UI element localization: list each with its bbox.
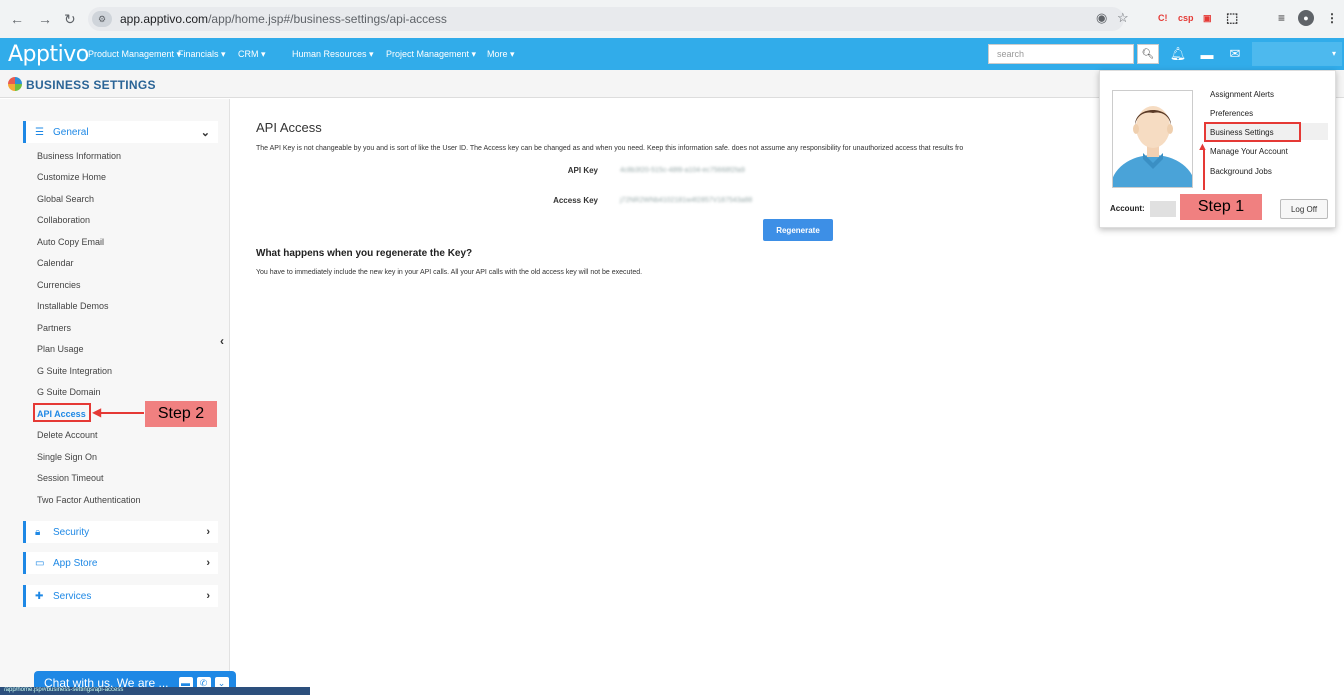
sidebar-section-app-store[interactable]: ▭ App Store › xyxy=(23,552,218,574)
menu-project-management[interactable]: Project Management ▾ xyxy=(386,49,476,60)
menu-preferences[interactable]: Preferences xyxy=(1210,109,1253,118)
step2-arrow xyxy=(98,412,144,414)
sidebar-item-global-search[interactable]: Global Search xyxy=(37,194,94,204)
search-input[interactable]: search xyxy=(988,44,1134,64)
browser-toolbar: ← → ↻ ⚙ app.apptivo.com/app/home.jsp#/bu… xyxy=(0,0,1344,38)
status-bar-url: /app/home.jsp#/business-settings/api-acc… xyxy=(0,687,310,695)
account-label: Account: xyxy=(1110,204,1145,213)
chevron-right-icon: › xyxy=(206,526,210,538)
sidebar-section-security[interactable]: 🔒︎ Security › xyxy=(23,521,218,543)
access-key-value: j72NR2WNb4102181w4f2857V187543a88 xyxy=(620,197,753,204)
sidebar-item-business-information[interactable]: Business Information xyxy=(37,151,121,161)
sidebar-item-delete-account[interactable]: Delete Account xyxy=(37,430,98,440)
section-label: App Store xyxy=(53,557,98,569)
reading-list-icon[interactable]: ≡ xyxy=(1278,10,1285,26)
sidebar-item-currencies[interactable]: Currencies xyxy=(37,280,81,290)
back-icon[interactable]: ← xyxy=(10,11,24,27)
api-access-highlight xyxy=(33,403,91,422)
api-key-value: 4c8b3f20-515c-48f8-a104-ec75668f2fa9 xyxy=(620,167,745,174)
more-icon[interactable]: ⋮ xyxy=(1326,10,1338,26)
regenerate-question: What happens when you regenerate the Key… xyxy=(256,248,473,259)
menu-financials[interactable]: Financials ▾ xyxy=(178,49,226,60)
menu-manage-your-account[interactable]: Manage Your Account xyxy=(1210,147,1288,156)
reload-icon[interactable]: ↻ xyxy=(64,11,76,28)
sidebar-item-partners[interactable]: Partners xyxy=(37,323,71,333)
menu-background-jobs[interactable]: Background Jobs xyxy=(1210,167,1272,176)
section-label: Security xyxy=(53,526,90,538)
sidebar-section-general[interactable]: ☰ General ⌄ xyxy=(23,121,218,143)
sidebar-item-plan-usage[interactable]: Plan Usage xyxy=(37,344,84,354)
api-access-title: API Access xyxy=(256,120,322,135)
extension-icon[interactable]: ▣ xyxy=(1203,10,1212,26)
extension-icon[interactable]: C! xyxy=(1158,10,1168,26)
page-title: BUSINESS SETTINGS xyxy=(26,78,156,92)
api-description: The API Key is not changeable by you and… xyxy=(256,145,964,152)
caret-down-icon: ▾ xyxy=(1331,49,1336,58)
url-text: app.apptivo.com/app/home.jsp#/business-s… xyxy=(120,12,447,26)
business-settings-highlight xyxy=(1204,122,1301,142)
lock-icon: 🔒︎ xyxy=(35,526,41,538)
puzzle-icon[interactable]: ⬚ xyxy=(1226,10,1238,26)
section-label: General xyxy=(53,126,89,138)
menu-crm[interactable]: CRM ▾ xyxy=(238,49,266,60)
star-icon[interactable]: ☆ xyxy=(1117,10,1129,26)
menu-human-resources[interactable]: Human Resources ▾ xyxy=(292,49,374,60)
menu-product-management[interactable]: Product Management ▾ xyxy=(88,49,181,60)
arrow-head-up-icon: ▲ xyxy=(1197,141,1208,153)
sidebar-item-auto-copy-email[interactable]: Auto Copy Email xyxy=(37,237,104,247)
sidebar-item-single-sign-on[interactable]: Single Sign On xyxy=(37,452,97,462)
apptivo-logo[interactable]: Apptivo xyxy=(8,42,89,67)
bell-icon[interactable]: 🔔︎ xyxy=(1170,46,1187,62)
sidebar-item-g-suite-integration[interactable]: G Suite Integration xyxy=(37,366,112,376)
account-value xyxy=(1150,201,1176,217)
user-menu-toggle[interactable]: ▾ xyxy=(1252,42,1342,66)
sidebar-item-calendar[interactable]: Calendar xyxy=(37,258,74,268)
access-key-label: Access Key xyxy=(553,196,598,205)
log-off-button[interactable]: Log Off xyxy=(1280,199,1328,219)
calendar-icon[interactable]: ▬ xyxy=(1199,46,1215,62)
business-settings-icon xyxy=(8,77,22,91)
chevron-right-icon: › xyxy=(206,590,210,602)
sidebar-section-services[interactable]: ✚ Services › xyxy=(23,585,218,607)
regenerate-button[interactable]: Regenerate xyxy=(763,219,833,241)
regenerate-answer: You have to immediately include the new … xyxy=(256,269,643,276)
chevron-right-icon: › xyxy=(206,557,210,569)
message-icon[interactable]: ✉ xyxy=(1227,46,1243,62)
sidebar: ☰ General ⌄ Business Information Customi… xyxy=(0,99,230,695)
app-topbar: Apptivo Product Management ▾ Financials … xyxy=(0,38,1344,70)
search-icon[interactable]: 🔍︎ xyxy=(1137,44,1159,64)
step2-label: Step 2 xyxy=(145,401,217,427)
chevron-down-icon: ⌄ xyxy=(200,127,210,139)
store-icon: ▭ xyxy=(35,557,45,569)
avatar xyxy=(1112,90,1193,188)
list-icon: ☰ xyxy=(35,126,44,138)
menu-more[interactable]: More ▾ xyxy=(487,49,515,60)
api-key-label: API Key xyxy=(567,166,598,175)
arrow-head-left-icon: ◀ xyxy=(92,405,102,419)
address-bar[interactable]: ⚙ app.apptivo.com/app/home.jsp#/business… xyxy=(88,7,1124,31)
forward-icon[interactable]: → xyxy=(38,11,52,27)
sidebar-item-customize-home[interactable]: Customize Home xyxy=(37,172,106,182)
section-label: Services xyxy=(53,590,92,602)
menu-assignment-alerts[interactable]: Assignment Alerts xyxy=(1210,90,1274,99)
site-info-icon[interactable]: ⚙ xyxy=(92,11,112,27)
profile-icon[interactable]: ● xyxy=(1298,10,1314,26)
sidebar-item-two-factor-authentication[interactable]: Two Factor Authentication xyxy=(37,495,141,505)
collapse-sidebar-icon[interactable]: ‹ xyxy=(220,334,224,348)
step1-arrow xyxy=(1203,150,1205,190)
sidebar-item-installable-demos[interactable]: Installable Demos xyxy=(37,301,109,311)
sidebar-item-collaboration[interactable]: Collaboration xyxy=(37,215,90,225)
sidebar-item-session-timeout[interactable]: Session Timeout xyxy=(37,473,104,483)
services-icon: ✚ xyxy=(35,590,44,602)
step1-label: Step 1 xyxy=(1180,194,1262,220)
eye-icon[interactable]: ◉ xyxy=(1096,10,1107,26)
sidebar-item-g-suite-domain[interactable]: G Suite Domain xyxy=(37,387,101,397)
csp-extension-icon[interactable]: csp xyxy=(1178,10,1194,26)
